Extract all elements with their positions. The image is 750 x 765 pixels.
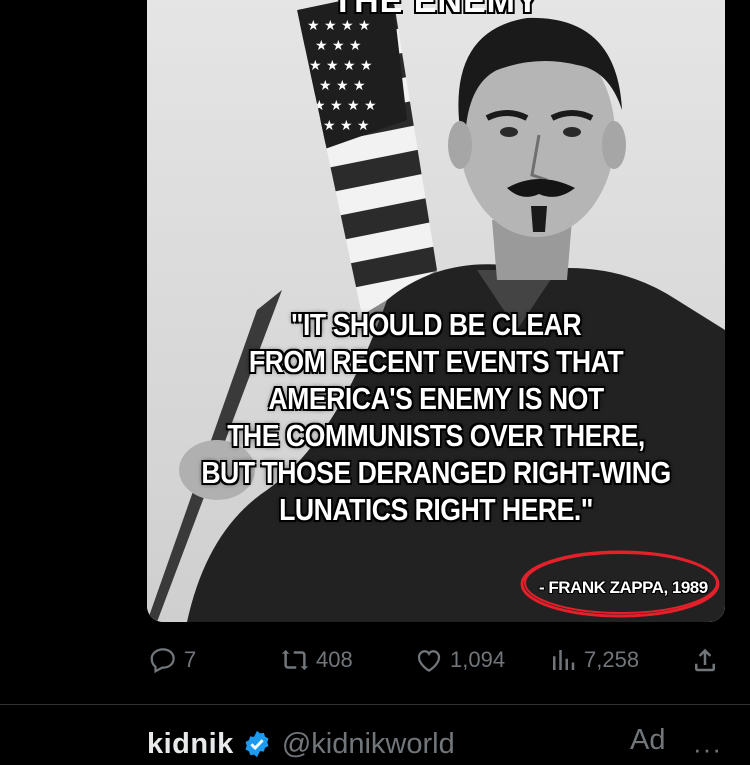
heart-icon [417, 650, 441, 672]
views-icon [553, 650, 575, 670]
svg-text:★ ★ ★: ★ ★ ★ [315, 38, 362, 54]
repost-icon [281, 649, 309, 671]
quote-line: THE COMMUNISTS OVER THERE, [227, 418, 645, 453]
svg-text:★ ★ ★: ★ ★ ★ [319, 78, 366, 94]
quote-text: "IT SHOULD BE CLEAR FROM RECENT EVENTS T… [187, 306, 684, 528]
author-handle[interactable]: @kidnikworld [282, 728, 455, 761]
verified-badge-icon [245, 730, 269, 758]
svg-text:★ ★ ★: ★ ★ ★ [323, 118, 370, 134]
reply-icon [150, 648, 175, 674]
author-display-name[interactable]: kidnik [147, 728, 234, 761]
tweet-image[interactable]: ★ ★ ★ ★ ★ ★ ★ ★ ★ ★ ★ ★ ★ ★ ★ ★ ★ ★ ★ ★ … [147, 0, 725, 622]
repost-count: 408 [316, 647, 353, 672]
quote-attribution: - FRANK ZAPPA, 1989 [539, 578, 708, 597]
reply-button[interactable]: 7 [148, 640, 196, 680]
svg-text:★ ★ ★ ★: ★ ★ ★ ★ [309, 58, 373, 74]
tweet-action-bar: 7 408 1,094 7,258 [0, 640, 750, 680]
quote-line: AMERICA'S ENEMY IS NOT [268, 381, 604, 416]
quote-line: FROM RECENT EVENTS THAT [248, 344, 624, 379]
like-button[interactable]: 1,094 [414, 640, 505, 680]
share-icon [695, 648, 715, 672]
views-count: 7,258 [584, 647, 640, 672]
quote-line: BUT THOSE DERANGED RIGHT-WING [201, 455, 671, 490]
svg-text:★ ★ ★ ★: ★ ★ ★ ★ [313, 98, 377, 114]
next-tweet-header: kidnik @kidnikworld [147, 724, 455, 764]
like-count: 1,094 [450, 647, 506, 672]
views-button[interactable]: 7,258 [548, 640, 639, 680]
reply-count: 7 [184, 647, 197, 672]
ad-label: Ad [630, 724, 666, 756]
tweet-divider [0, 704, 750, 705]
image-header-text: THE ENEMY [332, 0, 540, 20]
quote-line: "IT SHOULD BE CLEAR [290, 307, 582, 342]
repost-button[interactable]: 408 [280, 640, 353, 680]
quote-line: LUNATICS RIGHT HERE." [279, 492, 593, 527]
share-button[interactable] [690, 640, 726, 680]
